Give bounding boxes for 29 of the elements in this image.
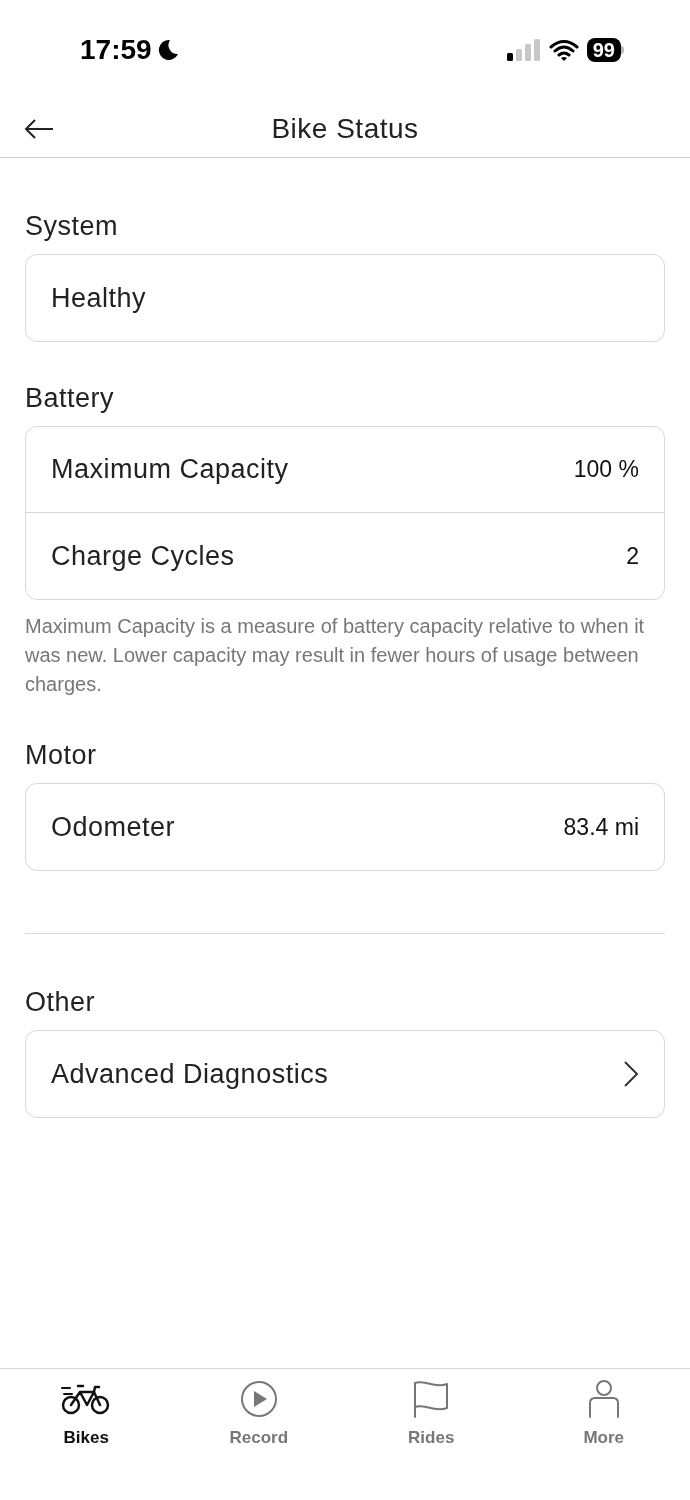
status-time: 17:59	[80, 33, 152, 67]
play-icon	[239, 1380, 278, 1418]
wifi-icon	[548, 39, 579, 61]
flag-icon	[412, 1380, 451, 1418]
battery-indicator: 99	[586, 38, 621, 62]
page-title: Bike Status	[271, 111, 419, 146]
row-label: Maximum Capacity	[51, 453, 289, 487]
row-label: Healthy	[51, 281, 147, 315]
tab-bar-item[interactable]: Rides	[345, 1379, 518, 1451]
row-label: Charge Cycles	[51, 539, 235, 573]
person-icon	[586, 1380, 621, 1418]
section-note: Maximum Capacity is a measure of battery capacity relative to when it was new. Lower capacity may result in fewer hours of usage between charges.	[25, 614, 646, 697]
list-item[interactable]: Advanced Diagnostics	[26, 1031, 664, 1117]
row-value: 2	[626, 541, 639, 571]
back-arrow-icon[interactable]	[24, 117, 54, 140]
section-heading: Other	[25, 986, 97, 1018]
section-heading: System	[25, 210, 120, 242]
tab-bar-item[interactable]: Bikes	[0, 1379, 173, 1451]
section-heading: Battery	[25, 382, 116, 414]
bicycle-icon	[61, 1382, 112, 1416]
tab-bar-item[interactable]: Record	[172, 1379, 345, 1451]
section-heading: Motor	[25, 739, 98, 771]
row-label: Advanced Diagnostics	[51, 1057, 329, 1091]
row-value: 83.4 mi	[563, 812, 639, 842]
row-value: 100 %	[573, 455, 639, 485]
row-label: Odometer	[51, 810, 176, 844]
signal-icon	[506, 39, 541, 61]
chevron-right-icon	[623, 1060, 639, 1088]
tab-bar-item[interactable]: More	[517, 1379, 690, 1451]
